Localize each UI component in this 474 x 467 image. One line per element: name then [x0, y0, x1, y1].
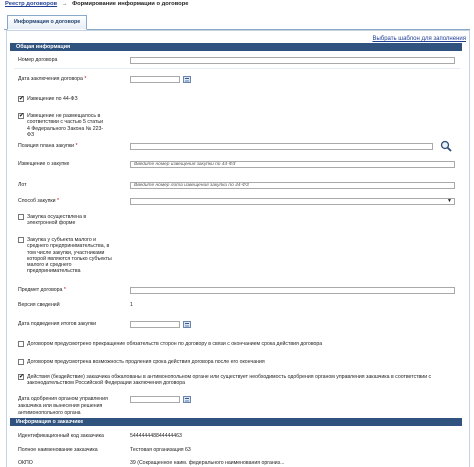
contract-date-label: Дата заключения договора *	[18, 76, 86, 83]
contract-date-input[interactable]	[130, 76, 180, 83]
version-value: 1	[130, 302, 133, 308]
sme-checkbox[interactable]	[18, 237, 24, 243]
antimonopoly-label: Действия (бездействие) заказчика обжалов…	[27, 374, 432, 387]
termination-label: Договором предусмотрено прекращение обяз…	[27, 341, 323, 347]
calendar-icon[interactable]	[183, 396, 191, 403]
required-mark: *	[84, 76, 87, 82]
breadcrumb-current: Формирование информации о договоре	[72, 1, 189, 7]
notice-not-posted-label: Извещение не размещалось в соответствии …	[27, 113, 104, 138]
contract-number-input[interactable]	[130, 57, 455, 64]
breadcrumb: Реестр договоров → Формирование информац…	[5, 1, 189, 7]
required-mark: *	[75, 143, 78, 149]
breadcrumb-arrow-icon: →	[61, 1, 68, 7]
electronic-label: Закупка осуществлена в электронной форме	[27, 214, 87, 227]
notice-input[interactable]: Введите номер извещения закупки по 44-ФЗ	[130, 161, 455, 168]
plan-position-label-text: Позиция плана закупки	[18, 143, 75, 149]
calendar-icon[interactable]	[183, 76, 191, 83]
lot-input[interactable]: Введите номер лота извещения закупки по …	[130, 182, 455, 189]
approval-date-label: Дата одобрения органом управления заказч…	[18, 396, 108, 416]
approval-date-input[interactable]	[130, 396, 180, 403]
version-label: Версия сведений	[18, 302, 60, 308]
required-mark: *	[63, 287, 66, 293]
summary-date-label: Дата подведения итогов закупки	[18, 321, 97, 327]
contract-number-label: Номер договора	[18, 57, 58, 63]
tab-contract-info[interactable]: Информация о договоре	[7, 15, 88, 30]
customer-id-code-value: 544444448844444463	[130, 433, 182, 439]
customer-id-code-label: Идентификационный код заказчика	[18, 433, 104, 439]
subject-label-text: Предмет договора	[18, 287, 63, 293]
select-template-link[interactable]: Выбрать шаблон для заполнения	[372, 36, 466, 42]
tab-bar: Информация о договоре	[4, 13, 470, 30]
termination-checkbox[interactable]	[18, 341, 24, 347]
okpo-value: 39 (Сокращенное наим. федерального наиме…	[130, 460, 285, 466]
subject-input[interactable]	[130, 287, 455, 294]
notice-label: Извещение о закупке	[18, 161, 70, 167]
subject-label: Предмет договора *	[18, 287, 66, 294]
antimonopoly-checkbox[interactable]	[18, 373, 24, 380]
extension-label: Договором предусмотрена возможность прод…	[27, 359, 265, 365]
method-label: Способ закупки *	[18, 198, 59, 205]
plan-position-label: Позиция плана закупки *	[18, 143, 78, 150]
chevron-down-icon: ▼	[447, 198, 452, 204]
summary-date-input[interactable]	[130, 321, 180, 328]
calendar-icon[interactable]	[183, 321, 191, 328]
lot-label: Лот	[18, 182, 27, 188]
divider	[14, 68, 460, 69]
search-icon[interactable]	[440, 140, 452, 152]
notice-not-posted-checkbox[interactable]	[18, 112, 24, 119]
extension-checkbox[interactable]	[18, 359, 24, 365]
customer-full-name-label: Полное наименование заказчика	[18, 447, 98, 453]
method-label-text: Способ закупки	[18, 198, 56, 204]
customer-full-name-value: Тестовая организация 63	[130, 447, 191, 453]
section-header-general: Общая информация	[10, 43, 462, 51]
section-header-customer: Информация о заказчике	[10, 418, 462, 426]
sme-label: Закупка у субъекта малого и среднего пре…	[27, 237, 112, 275]
breadcrumb-registry-link[interactable]: Реестр договоров	[5, 1, 57, 7]
required-mark: *	[57, 198, 60, 204]
notice-44fz-label: Извещение по 44-ФЗ	[27, 96, 78, 102]
notice-44fz-checkbox[interactable]	[18, 95, 24, 102]
contract-date-label-text: Дата заключения договора	[18, 76, 83, 82]
plan-position-input[interactable]	[130, 143, 433, 150]
method-select[interactable]: ▼	[130, 198, 455, 205]
electronic-checkbox[interactable]	[18, 214, 24, 220]
